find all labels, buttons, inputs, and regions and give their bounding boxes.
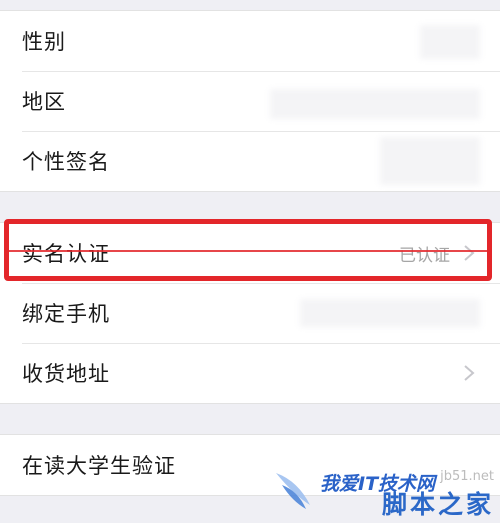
real-name-right: 已认证 <box>399 241 478 266</box>
chevron-right-icon <box>464 245 475 261</box>
student-verify-row[interactable]: 在读大学生验证 <box>0 435 500 495</box>
section-gap-2 <box>0 404 500 434</box>
blurred-region-value <box>270 89 480 119</box>
student-group: 在读大学生验证 <box>0 434 500 496</box>
address-right <box>460 363 478 383</box>
chevron-right-icon <box>464 365 475 381</box>
bind-phone-row[interactable]: 绑定手机 <box>0 283 500 343</box>
section-gap <box>0 192 500 222</box>
region-row[interactable]: 地区 <box>0 71 500 131</box>
region-label: 地区 <box>22 90 66 114</box>
gender-label: 性别 <box>22 30 66 54</box>
real-name-row[interactable]: 实名认证 已认证 <box>0 223 500 283</box>
real-name-label: 实名认证 <box>22 242 110 266</box>
gender-row[interactable]: 性别 <box>0 11 500 71</box>
address-label: 收货地址 <box>22 362 110 386</box>
top-spacer <box>0 0 500 10</box>
bind-phone-label: 绑定手机 <box>22 302 110 326</box>
profile-group: 性别 地区 个性签名 <box>0 10 500 192</box>
blurred-phone-value <box>300 299 480 327</box>
signature-row[interactable]: 个性签名 <box>0 131 500 191</box>
real-name-status: 已认证 <box>399 245 450 266</box>
blurred-gender-value <box>420 25 480 59</box>
blurred-signature-value <box>380 137 480 185</box>
address-row[interactable]: 收货地址 <box>0 343 500 403</box>
student-verify-label: 在读大学生验证 <box>22 454 176 478</box>
verify-group: 实名认证 已认证 绑定手机 收货地址 <box>0 222 500 404</box>
signature-label: 个性签名 <box>22 150 110 174</box>
